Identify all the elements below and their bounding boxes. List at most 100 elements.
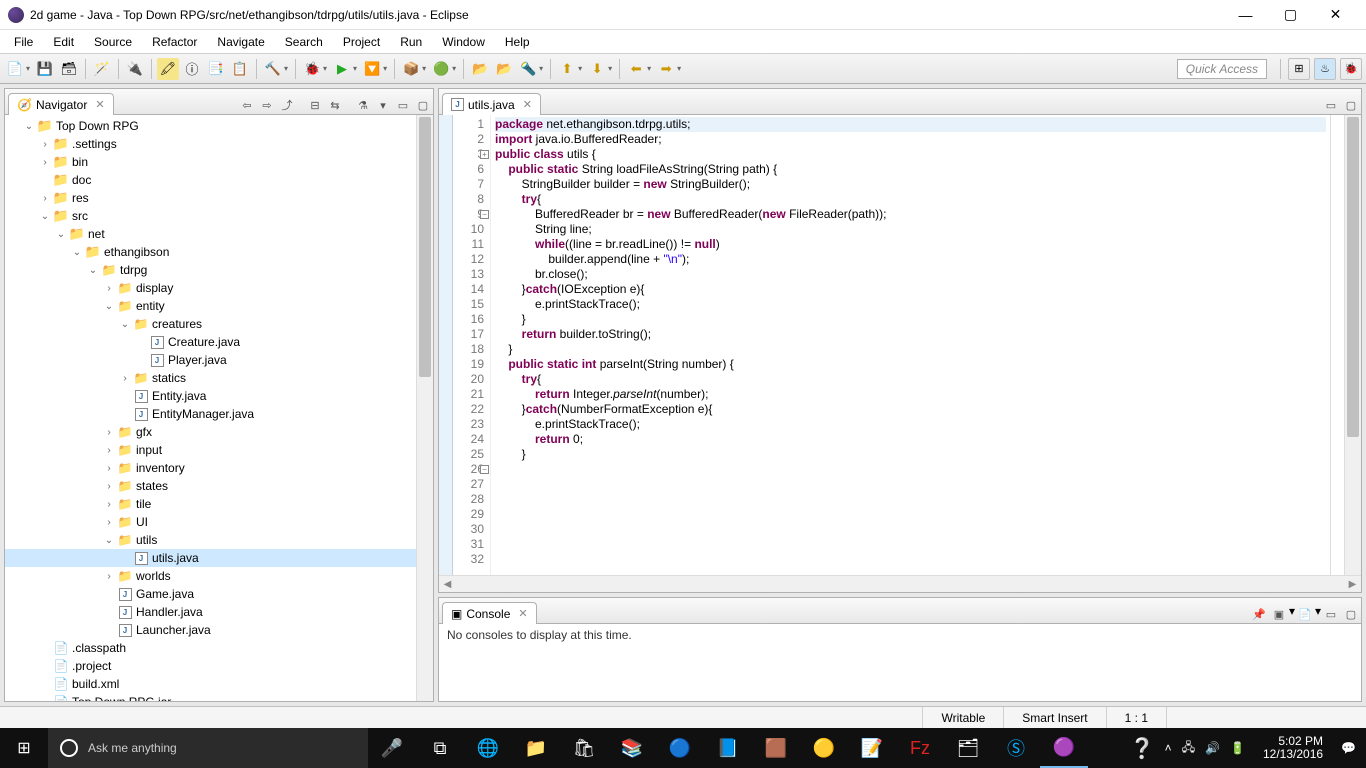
tree-item--project[interactable]: 📄.project — [5, 657, 433, 675]
open-type-button[interactable]: 📂 — [469, 58, 491, 80]
navigator-tree[interactable]: ⌄📁Top Down RPG›📁.settings›📁bin📁doc›📁res⌄… — [5, 115, 433, 701]
tree-item--classpath[interactable]: 📄.classpath — [5, 639, 433, 657]
maximize-button[interactable]: ▢ — [1268, 1, 1313, 29]
tree-item-res[interactable]: ›📁res — [5, 189, 433, 207]
start-button[interactable]: ⊞ — [0, 728, 48, 768]
tree-item-utils[interactable]: ⌄📁utils — [5, 531, 433, 549]
task-button[interactable]: 📋 — [229, 58, 251, 80]
filter-button[interactable]: ⚗ — [354, 96, 372, 114]
tree-item-tdrpg[interactable]: ⌄📁tdrpg — [5, 261, 433, 279]
new-package-button[interactable]: 📦 — [400, 58, 422, 80]
help-tray-icon[interactable]: ❔ — [1130, 736, 1155, 761]
menu-help[interactable]: Help — [495, 32, 540, 52]
tree-scrollbar[interactable] — [416, 115, 433, 701]
menu-search[interactable]: Search — [275, 32, 333, 52]
maximize-view-button[interactable]: ▢ — [414, 96, 432, 114]
menu-project[interactable]: Project — [333, 32, 390, 52]
close-icon[interactable]: ✕ — [518, 607, 527, 620]
editor-horizontal-scrollbar[interactable]: ◀▶ — [439, 575, 1361, 592]
highlight-button[interactable]: 🖍 — [157, 58, 179, 80]
menu-window[interactable]: Window — [432, 32, 495, 52]
close-button[interactable]: ✕ — [1313, 1, 1358, 29]
search-button[interactable]: 🔦 — [517, 58, 539, 80]
open-console-button[interactable]: 📄 — [1296, 605, 1314, 623]
word-icon[interactable]: 📘 — [704, 728, 752, 768]
navigator-tab[interactable]: 🧭 Navigator ✕ — [8, 93, 114, 115]
tree-item-game-java[interactable]: JGame.java — [5, 585, 433, 603]
back-button[interactable]: ⬅ — [625, 58, 647, 80]
forward-nav-button[interactable]: ⇨ — [258, 96, 276, 114]
tree-item-tile[interactable]: ›📁tile — [5, 495, 433, 513]
tree-item-creatures[interactable]: ⌄📁creatures — [5, 315, 433, 333]
tree-item-top-down-rpg[interactable]: ⌄📁Top Down RPG — [5, 117, 433, 135]
cortana-search[interactable]: Ask me anything — [48, 728, 368, 768]
tree-item-bin[interactable]: ›📁bin — [5, 153, 433, 171]
tree-item-inventory[interactable]: ›📁inventory — [5, 459, 433, 477]
tree-item-display[interactable]: ›📁display — [5, 279, 433, 297]
menu-run[interactable]: Run — [390, 32, 432, 52]
volume-icon[interactable]: 🔊 — [1205, 741, 1220, 755]
build-button[interactable]: 🔨 — [262, 58, 284, 80]
action-center-icon[interactable]: 💬 — [1341, 741, 1356, 755]
tree-item-doc[interactable]: 📁doc — [5, 171, 433, 189]
maximize-editor-button[interactable]: ▢ — [1342, 96, 1360, 114]
tree-item-statics[interactable]: ›📁statics — [5, 369, 433, 387]
tree-item-build-xml[interactable]: 📄build.xml — [5, 675, 433, 693]
save-button[interactable]: 💾 — [34, 58, 56, 80]
next-annotation-button[interactable]: ⬇ — [586, 58, 608, 80]
tree-item-states[interactable]: ›📁states — [5, 477, 433, 495]
tree-item-entity[interactable]: ⌄📁entity — [5, 297, 433, 315]
minecraft-icon[interactable]: 🟫 — [752, 728, 800, 768]
java-perspective-button[interactable]: ♨ — [1314, 58, 1336, 80]
taskbar-clock[interactable]: 5:02 PM 12/13/2016 — [1255, 735, 1331, 761]
open-perspective-button[interactable]: ⊞ — [1288, 58, 1310, 80]
tree-item-launcher-java[interactable]: JLauncher.java — [5, 621, 433, 639]
tree-item-top-down-rpg-jar[interactable]: 📄Top Down RPG.jar — [5, 693, 433, 701]
battery-icon[interactable]: 🔋 — [1230, 741, 1245, 755]
mic-icon[interactable]: 🎤 — [368, 728, 416, 768]
app-icon-1[interactable]: 🔵 — [656, 728, 704, 768]
debug-button[interactable]: 🐞 — [301, 58, 323, 80]
tree-item-src[interactable]: ⌄📁src — [5, 207, 433, 225]
tree-item-ui[interactable]: ›📁UI — [5, 513, 433, 531]
editor-vertical-scrollbar[interactable] — [1344, 115, 1361, 575]
new-button[interactable]: 📄 — [4, 58, 26, 80]
pin-console-button[interactable]: 📌 — [1250, 605, 1268, 623]
network-icon[interactable]: 🖧 — [1182, 738, 1195, 759]
view-menu-button[interactable]: ▾ — [374, 96, 392, 114]
up-nav-button[interactable]: ⤴ — [278, 96, 296, 114]
wand-button[interactable]: 🪄 — [91, 58, 113, 80]
tray-chevron-icon[interactable]: ˄ — [1165, 741, 1172, 755]
menu-refactor[interactable]: Refactor — [142, 32, 207, 52]
forward-button[interactable]: ➡ — [655, 58, 677, 80]
bookmark-button[interactable]: 📑 — [205, 58, 227, 80]
minimize-editor-button[interactable]: ▭ — [1322, 96, 1340, 114]
filezilla-icon[interactable]: Fz — [896, 728, 944, 768]
coverage-button[interactable]: 🔽 — [361, 58, 383, 80]
tree-item-gfx[interactable]: ›📁gfx — [5, 423, 433, 441]
save-all-button[interactable]: 🗃 — [58, 58, 80, 80]
tree-item-entity-java[interactable]: JEntity.java — [5, 387, 433, 405]
console-tab[interactable]: ▣ Console ✕ — [442, 602, 537, 624]
skype-icon[interactable]: Ⓢ — [992, 728, 1040, 768]
debug-toggle-button[interactable]: 🔌 — [124, 58, 146, 80]
open-task-button[interactable]: 📂 — [493, 58, 515, 80]
tree-item-ethangibson[interactable]: ⌄📁ethangibson — [5, 243, 433, 261]
eclipse-taskbar-icon[interactable]: 🟣 — [1040, 728, 1088, 768]
menu-file[interactable]: File — [4, 32, 43, 52]
back-nav-button[interactable]: ⇦ — [238, 96, 256, 114]
close-icon[interactable]: ✕ — [95, 98, 104, 111]
code-editor[interactable]: 123+6789−1011121314151617181920212223242… — [439, 115, 1361, 575]
notepad-icon[interactable]: 📝 — [848, 728, 896, 768]
winrar-icon[interactable]: 📚 — [608, 728, 656, 768]
tree-item-entitymanager-java[interactable]: JEntityManager.java — [5, 405, 433, 423]
system-tray[interactable]: ❔ ˄ 🖧 🔊 🔋 5:02 PM 12/13/2016 💬 — [1120, 735, 1366, 761]
prev-annotation-button[interactable]: ⬆ — [556, 58, 578, 80]
tree-item-input[interactable]: ›📁input — [5, 441, 433, 459]
minimize-console-button[interactable]: ▭ — [1322, 605, 1340, 623]
close-icon[interactable]: ✕ — [523, 98, 532, 111]
store-icon[interactable]: 🛍 — [560, 728, 608, 768]
run-button[interactable]: ▶ — [331, 58, 353, 80]
maximize-console-button[interactable]: ▢ — [1342, 605, 1360, 623]
menu-navigate[interactable]: Navigate — [207, 32, 274, 52]
